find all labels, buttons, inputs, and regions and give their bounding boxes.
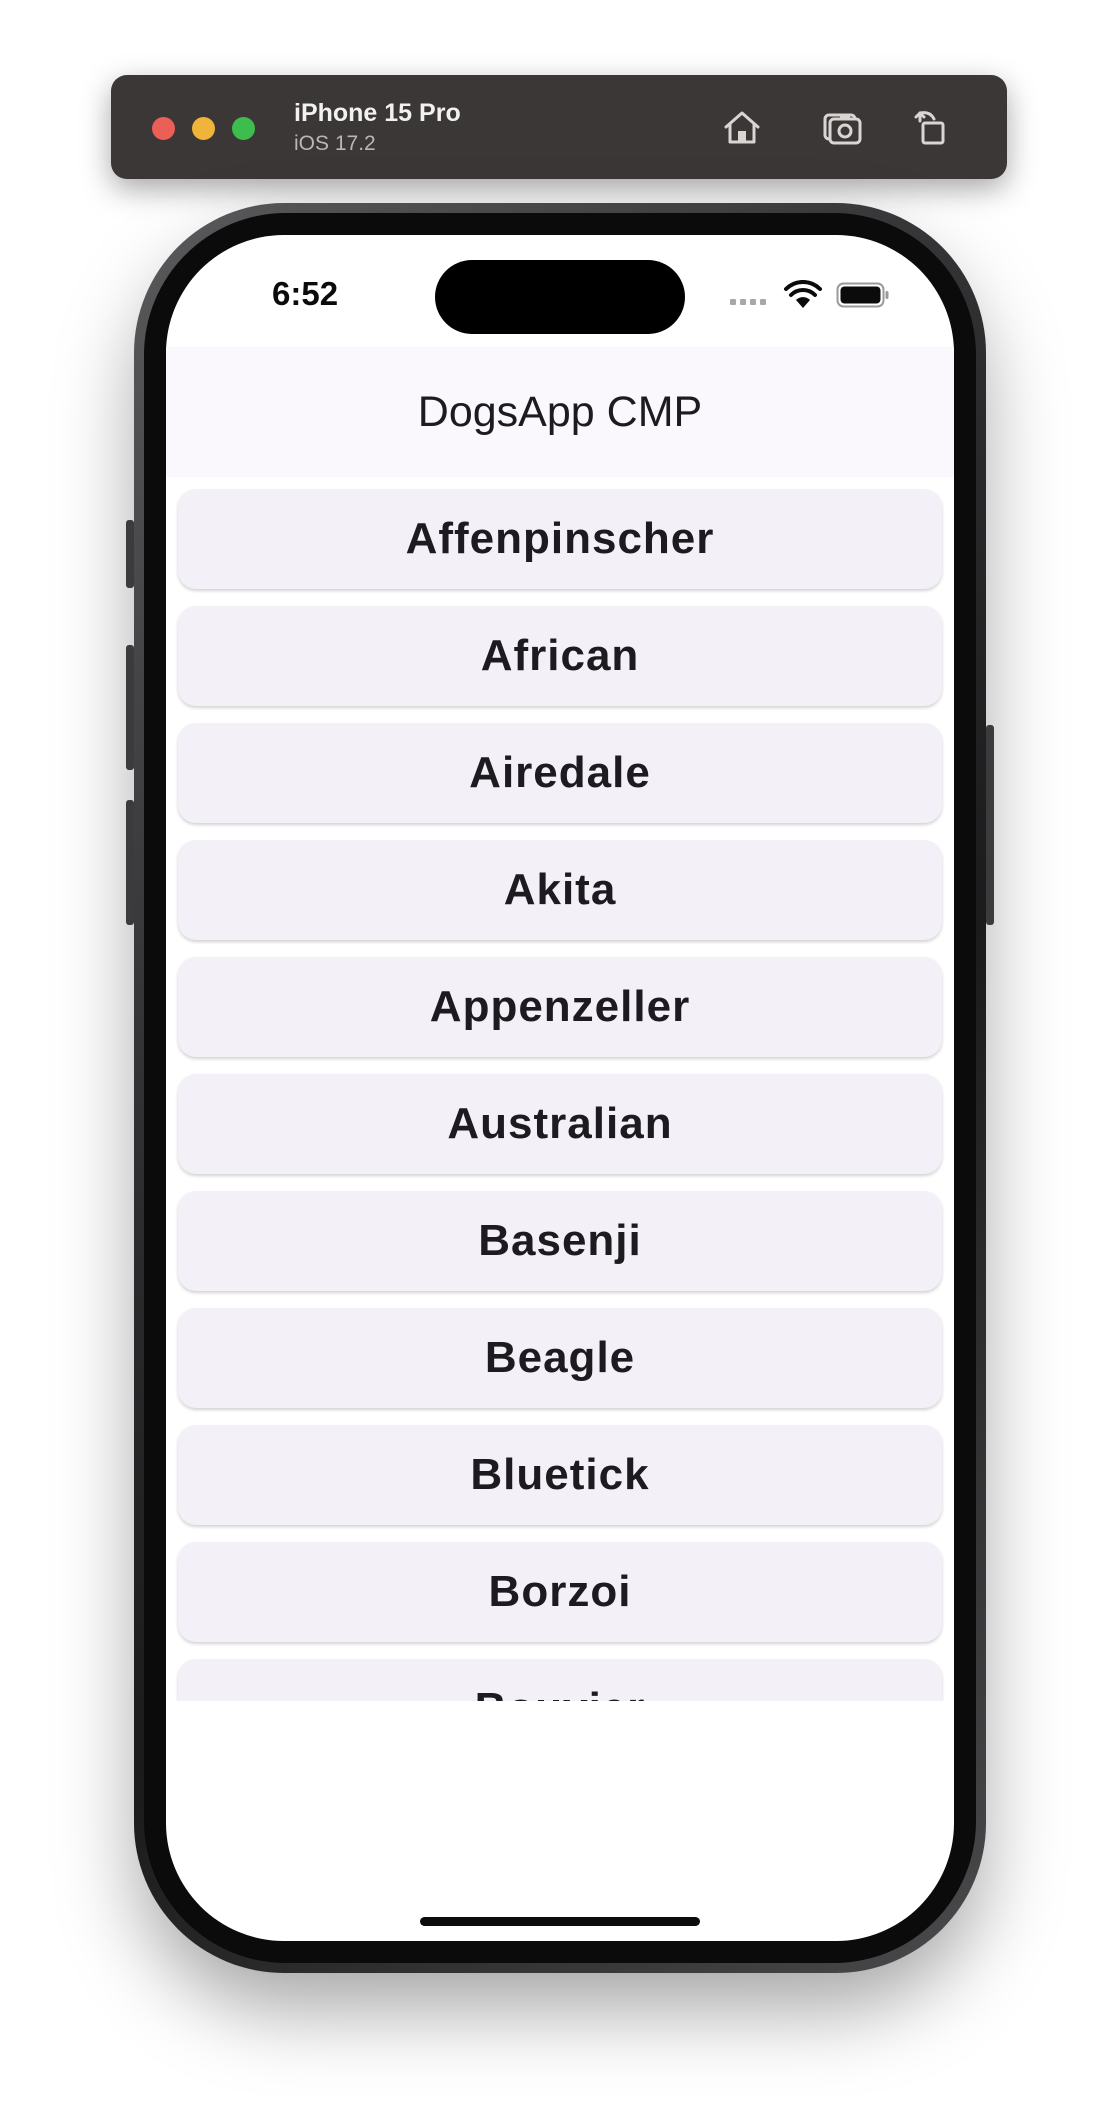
home-icon bbox=[724, 111, 760, 144]
breed-list-item[interactable]: Bouvier bbox=[178, 1659, 942, 1701]
home-button[interactable] bbox=[718, 103, 766, 151]
breed-label: Basenji bbox=[478, 1216, 642, 1265]
volume-down-button bbox=[126, 800, 134, 925]
zoom-window-button[interactable] bbox=[232, 117, 255, 140]
breed-list-item[interactable]: Affenpinscher bbox=[178, 489, 942, 589]
breed-label: Akita bbox=[503, 865, 617, 914]
phone-screen: 6:52 DogsApp CMP Affenpinscher African Air… bbox=[166, 235, 954, 1941]
top-app-bar: DogsApp CMP bbox=[166, 347, 954, 477]
os-version: iOS 17.2 bbox=[294, 132, 376, 155]
battery-icon bbox=[836, 282, 889, 308]
rotate-icon bbox=[914, 111, 945, 145]
rotate-button[interactable] bbox=[908, 103, 956, 151]
volume-up-button bbox=[126, 645, 134, 770]
minimize-window-button[interactable] bbox=[192, 117, 215, 140]
breed-label: Bouvier bbox=[475, 1684, 646, 1701]
breed-list-item[interactable]: Borzoi bbox=[178, 1542, 942, 1642]
home-indicator[interactable] bbox=[420, 1917, 700, 1926]
breed-label: Bluetick bbox=[470, 1450, 650, 1499]
cellular-signal-icon bbox=[730, 299, 766, 305]
screenshot-icon bbox=[823, 113, 862, 145]
app-title: DogsApp CMP bbox=[417, 387, 703, 436]
simulator-toolbar: iPhone 15 Pro iOS 17.2 bbox=[111, 75, 1007, 179]
status-time: 6:52 bbox=[272, 275, 339, 312]
action-button bbox=[126, 520, 134, 588]
breed-label: Borzoi bbox=[488, 1567, 632, 1616]
dynamic-island bbox=[435, 260, 685, 334]
screenshot-button[interactable] bbox=[818, 103, 866, 151]
breed-list-item[interactable]: Bluetick bbox=[178, 1425, 942, 1525]
breed-list-item[interactable]: Beagle bbox=[178, 1308, 942, 1408]
breed-list-item[interactable]: Australian bbox=[178, 1074, 942, 1174]
power-button bbox=[986, 725, 994, 925]
breed-list-item[interactable]: Appenzeller bbox=[178, 957, 942, 1057]
breed-list-item[interactable]: Akita bbox=[178, 840, 942, 940]
breed-label: Affenpinscher bbox=[405, 514, 715, 563]
wifi-icon bbox=[784, 280, 822, 308]
breed-list-item[interactable]: Basenji bbox=[178, 1191, 942, 1291]
breed-label: Australian bbox=[447, 1099, 673, 1148]
breed-label: Airedale bbox=[469, 748, 651, 797]
breed-list-item[interactable]: Airedale bbox=[178, 723, 942, 823]
breed-label: Appenzeller bbox=[429, 982, 691, 1031]
breed-label: African bbox=[480, 631, 640, 680]
device-name: iPhone 15 Pro bbox=[294, 99, 461, 127]
breed-list-item[interactable]: African bbox=[178, 606, 942, 706]
breed-list[interactable]: Affenpinscher African Airedale Akita Appenze… bbox=[166, 477, 954, 1701]
close-window-button[interactable] bbox=[152, 117, 175, 140]
breed-label: Beagle bbox=[484, 1333, 636, 1382]
